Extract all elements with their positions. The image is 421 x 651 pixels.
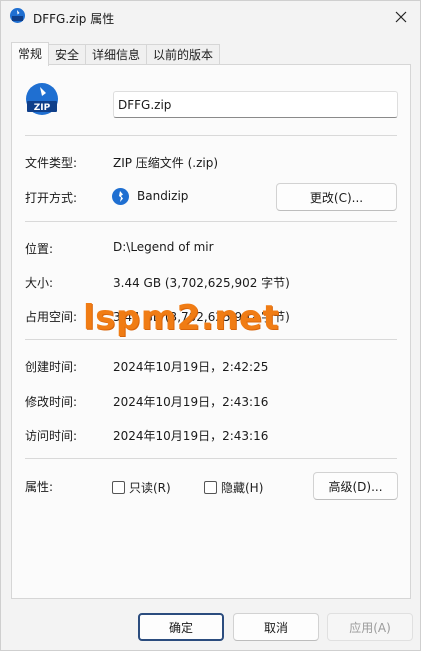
zip-file-icon [10,8,25,23]
modified-value: 2024年10月19日，2:43:16 [113,395,269,409]
tab-details[interactable]: 详细信息 [85,44,148,66]
close-button[interactable] [390,6,412,28]
close-icon [395,11,407,23]
opens-with-value: Bandizip [137,189,189,203]
title-bar: DFFG.zip 属性 [1,1,420,33]
attributes-label: 属性: [25,480,54,494]
tab-previous-versions[interactable]: 以前的版本 [146,44,221,66]
location-value: D:\Legend of mir [113,240,214,254]
readonly-checkbox-box[interactable] [112,481,125,494]
ok-button[interactable]: 确定 [138,613,224,641]
hidden-checkbox-box[interactable] [204,481,217,494]
bandizip-icon [112,188,129,205]
modified-label: 修改时间: [25,395,78,409]
divider [25,135,397,136]
disk-size-label: 占用空间: [25,310,78,324]
readonly-checkbox[interactable]: 只读(R) [112,479,171,496]
created-label: 创建时间: [25,360,78,374]
zip-icon-text: ZIP [34,103,51,113]
readonly-checkbox-label: 只读(R) [129,481,171,495]
change-button[interactable]: 更改(C)... [276,183,397,211]
created-value: 2024年10月19日，2:42:25 [113,360,269,374]
advanced-button[interactable]: 高级(D)... [313,472,398,500]
properties-window: DFFG.zip 属性 常规 安全 详细信息 以前的版本 ZIP 文件类型: Z… [0,0,421,651]
tab-general[interactable]: 常规 [11,42,50,66]
disk-size-value: 3.44 GB (3,702,625,902 字节) [113,310,290,324]
apply-button[interactable]: 应用(A) [327,613,413,641]
divider [25,339,397,340]
hidden-checkbox-label: 隐藏(H) [221,481,264,495]
file-type-label: 文件类型: [25,156,78,170]
file-name-input[interactable] [113,91,398,118]
zip-archive-icon: ZIP [26,83,58,115]
hidden-checkbox[interactable]: 隐藏(H) [204,479,263,496]
location-label: 位置: [25,242,54,256]
file-type-value: ZIP 压缩文件 (.zip) [113,156,219,170]
size-label: 大小: [25,276,54,290]
divider [25,221,397,222]
accessed-value: 2024年10月19日，2:43:16 [113,429,269,443]
accessed-label: 访问时间: [25,429,78,443]
general-panel: ZIP 文件类型: ZIP 压缩文件 (.zip) 打开方式: Bandizip… [11,64,411,599]
window-title: DFFG.zip 属性 [33,12,115,26]
tab-strip: 常规 安全 详细信息 以前的版本 [11,42,221,66]
opens-with-label: 打开方式: [25,191,78,205]
size-value: 3.44 GB (3,702,625,902 字节) [113,276,290,290]
cancel-button[interactable]: 取消 [233,613,319,641]
divider [25,458,397,459]
tab-security[interactable]: 安全 [48,44,87,66]
